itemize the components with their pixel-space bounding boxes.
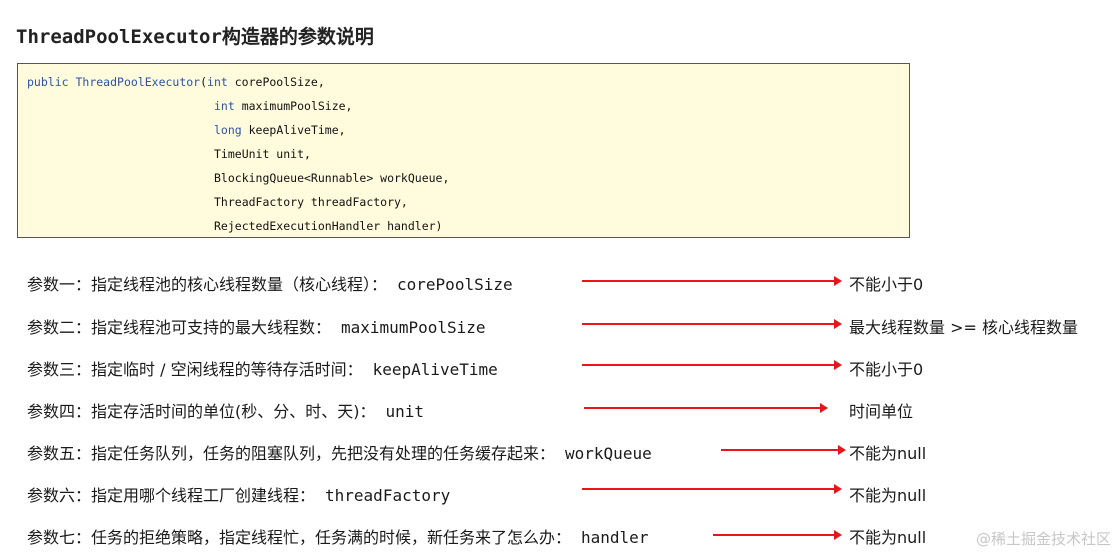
param-label: 参数二：指定线程池可支持的最大线程数： maximumPoolSize: [27, 314, 486, 338]
param-name: corePoolSize: [397, 275, 513, 294]
arrow-icon: [721, 445, 846, 455]
param-note: 不能小于0: [849, 275, 924, 294]
arrow-icon: [582, 484, 842, 494]
arrow-icon: [582, 276, 842, 286]
param-note: 时间单位: [849, 402, 914, 421]
code-text: keepAliveTime,: [241, 123, 346, 137]
code-text: maximumPoolSize,: [234, 99, 353, 113]
param-desc: 参数四：指定存活时间的单位(秒、分、时、天)：: [27, 402, 376, 421]
param-row-3: 参数三：指定临时 / 空闲线程的等待存活时间： keepAliveTime 不能小…: [0, 356, 1117, 386]
code-text: corePoolSize,: [227, 75, 325, 89]
param-label: 参数六：指定用哪个线程工厂创建线程： threadFactory: [27, 482, 450, 506]
code-line-3: long keepAliveTime,: [214, 123, 346, 137]
param-note: 不能小于0: [849, 360, 924, 379]
param-row-1: 参数一：指定线程池的核心线程数量（核心线程）： corePoolSize 不能小于…: [0, 271, 1117, 301]
code-line-2: int maximumPoolSize,: [214, 99, 352, 113]
param-label: 参数五：指定任务队列，任务的阻塞队列，先把没有处理的任务缓存起来： workQue…: [27, 440, 652, 464]
param-note: 不能为null: [849, 444, 927, 463]
param-name: workQueue: [565, 444, 652, 463]
param-note: 最大线程数量 >= 核心线程数量: [849, 318, 1078, 337]
code-line-1: public ThreadPoolExecutor(int corePoolSi…: [27, 75, 325, 89]
param-label: 参数七：任务的拒绝策略，指定线程忙，任务满的时候，新任务来了怎么办： handle…: [27, 524, 648, 548]
param-row-7: 参数七：任务的拒绝策略，指定线程忙，任务满的时候，新任务来了怎么办： handle…: [0, 524, 1117, 554]
param-label: 参数三：指定临时 / 空闲线程的等待存活时间： keepAliveTime: [27, 356, 498, 380]
param-row-4: 参数四：指定存活时间的单位(秒、分、时、天)： unit 时间单位: [0, 398, 1117, 428]
param-name: maximumPoolSize: [341, 318, 486, 337]
param-name: threadFactory: [325, 486, 451, 505]
code-keyword: public: [27, 75, 69, 89]
code-line-7: RejectedExecutionHandler handler): [214, 219, 443, 233]
code-line-4: TimeUnit unit,: [214, 147, 311, 161]
param-desc: 参数三：指定临时 / 空闲线程的等待存活时间：: [27, 360, 363, 379]
param-row-6: 参数六：指定用哪个线程工厂创建线程： threadFactory 不能为null: [0, 482, 1117, 512]
arrow-icon: [584, 403, 828, 413]
param-name: keepAliveTime: [372, 360, 498, 379]
param-row-2: 参数二：指定线程池可支持的最大线程数： maximumPoolSize 最大线程数…: [0, 314, 1117, 344]
param-desc: 参数二：指定线程池可支持的最大线程数：: [27, 318, 332, 337]
param-row-5: 参数五：指定任务队列，任务的阻塞队列，先把没有处理的任务缓存起来： workQue…: [0, 440, 1117, 470]
param-note: 不能为null: [849, 528, 927, 547]
param-label: 参数一：指定线程池的核心线程数量（核心线程）： corePoolSize: [27, 271, 513, 295]
code-paren: (: [200, 75, 208, 89]
code-class-name: ThreadPoolExecutor: [75, 75, 201, 89]
param-label: 参数四：指定存活时间的单位(秒、分、时、天)： unit: [27, 398, 424, 422]
code-line-5: BlockingQueue<Runnable> workQueue,: [214, 171, 450, 185]
param-note: 不能为null: [849, 486, 927, 505]
param-desc: 参数七：任务的拒绝策略，指定线程忙，任务满的时候，新任务来了怎么办：: [27, 528, 572, 547]
arrow-icon: [582, 360, 842, 370]
code-keyword: int: [214, 99, 235, 113]
param-desc: 参数六：指定用哪个线程工厂创建线程：: [27, 486, 316, 505]
param-desc: 参数五：指定任务队列，任务的阻塞队列，先把没有处理的任务缓存起来：: [27, 444, 556, 463]
code-keyword: long: [214, 123, 242, 137]
code-block: public ThreadPoolExecutor(int corePoolSi…: [17, 63, 910, 238]
param-desc: 参数一：指定线程池的核心线程数量（核心线程）：: [27, 275, 388, 294]
arrow-icon: [582, 319, 842, 329]
code-line-6: ThreadFactory threadFactory,: [214, 195, 408, 209]
page-title: ThreadPoolExecutor构造器的参数说明: [16, 26, 374, 48]
code-keyword: int: [207, 75, 228, 89]
watermark: @稀土掘金技术社区: [975, 530, 1111, 548]
param-name: handler: [581, 528, 649, 547]
arrow-icon: [713, 530, 842, 540]
param-name: unit: [385, 402, 425, 421]
